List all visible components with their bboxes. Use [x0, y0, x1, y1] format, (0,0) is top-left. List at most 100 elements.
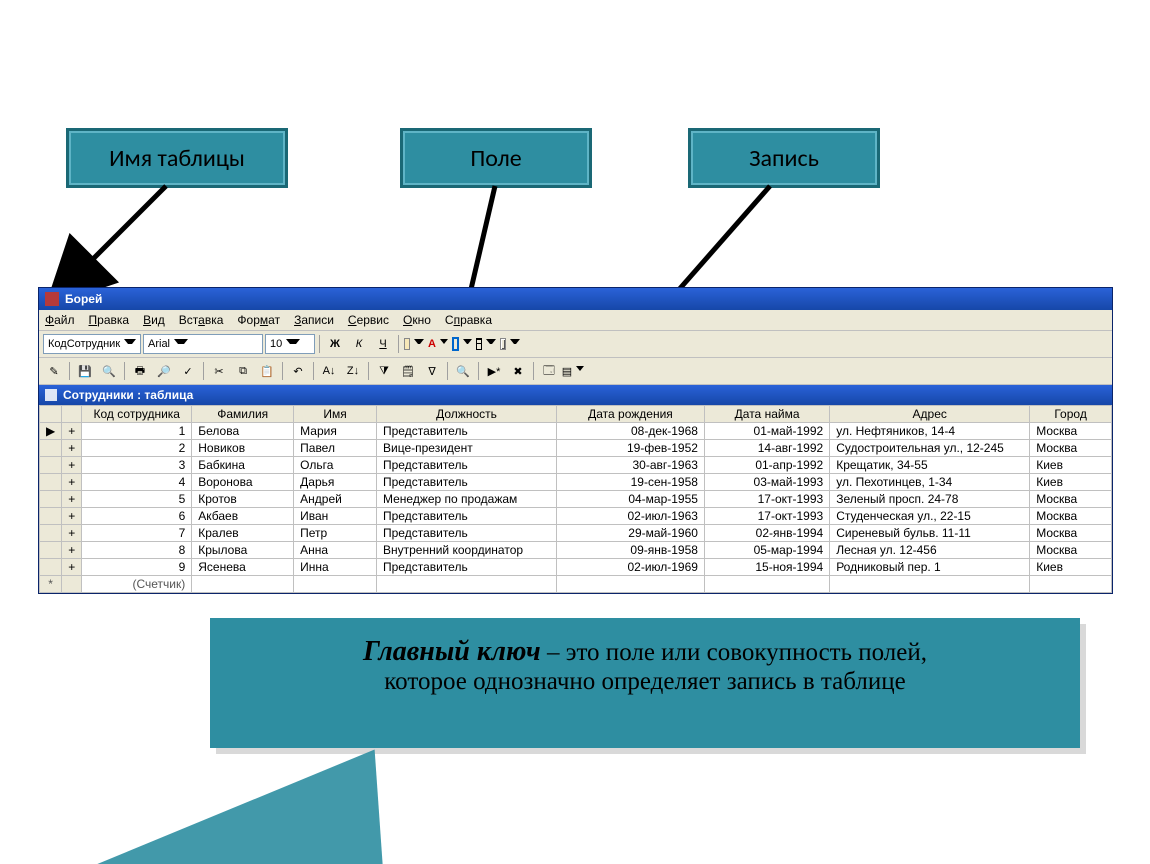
table-row[interactable]: +9ЯсеневаИннаПредставитель02-июл-196915-…: [40, 559, 1112, 576]
cell-city[interactable]: Москва: [1030, 440, 1112, 457]
table-row[interactable]: +2НовиковПавелВице-президент19-фев-19521…: [40, 440, 1112, 457]
row-selector[interactable]: [40, 491, 62, 508]
cell-hiredate[interactable]: 03-май-1993: [704, 474, 829, 491]
menu-insert[interactable]: Вставка: [179, 313, 224, 327]
cell-lastname[interactable]: Ясенева: [192, 559, 294, 576]
cell-hiredate[interactable]: 14-авг-1992: [704, 440, 829, 457]
cell-lastname[interactable]: Крылова: [192, 542, 294, 559]
cell-address[interactable]: ул. Пехотинцев, 1-34: [830, 474, 1030, 491]
menu-help[interactable]: Справка: [445, 313, 492, 327]
table-row[interactable]: +6АкбаевИванПредставитель02-июл-196317-о…: [40, 508, 1112, 525]
cell-hiredate[interactable]: 17-окт-1993: [704, 491, 829, 508]
new-row[interactable]: * (Счетчик): [40, 576, 1112, 593]
cell-firstname[interactable]: Петр: [294, 525, 377, 542]
menu-format[interactable]: Формат: [237, 313, 280, 327]
filter-form-button[interactable]: 🗒: [397, 360, 419, 382]
menu-records[interactable]: Записи: [294, 313, 334, 327]
cell-address[interactable]: Лесная ул. 12-456: [830, 542, 1030, 559]
row-selector[interactable]: [40, 559, 62, 576]
menu-file[interactable]: Файл: [45, 313, 75, 327]
cell-city[interactable]: Москва: [1030, 508, 1112, 525]
cell-birthdate[interactable]: 30-авг-1963: [557, 457, 705, 474]
cell-address[interactable]: Студенческая ул., 22-15: [830, 508, 1030, 525]
search-file-button[interactable]: 🔍: [98, 360, 120, 382]
db-window-button[interactable]: 🗔: [538, 360, 560, 382]
cell-firstname[interactable]: Анна: [294, 542, 377, 559]
cell-job[interactable]: Представитель: [377, 525, 557, 542]
cell-city[interactable]: Москва: [1030, 491, 1112, 508]
cell-lastname[interactable]: Бабкина: [192, 457, 294, 474]
delete-record-button[interactable]: ✖: [507, 360, 529, 382]
italic-button[interactable]: К: [348, 333, 370, 355]
table-row[interactable]: +7КралевПетрПредставитель29-май-196002-я…: [40, 525, 1112, 542]
cell-firstname[interactable]: Андрей: [294, 491, 377, 508]
underline-button[interactable]: Ч: [372, 333, 394, 355]
save-button[interactable]: 💾: [74, 360, 96, 382]
cell-lastname[interactable]: [192, 576, 294, 593]
print-button[interactable]: 🖶: [129, 360, 151, 382]
border-color-button[interactable]: [451, 333, 473, 355]
cell-id[interactable]: 8: [82, 542, 192, 559]
cell-firstname[interactable]: Ольга: [294, 457, 377, 474]
cell-firstname[interactable]: Мария: [294, 423, 377, 440]
cell-address[interactable]: ул. Нефтяников, 14-4: [830, 423, 1030, 440]
cell-city[interactable]: Киев: [1030, 559, 1112, 576]
table-row[interactable]: ▶+1БеловаМарияПредставитель08-дек-196801…: [40, 423, 1112, 440]
table-row[interactable]: +4ВороноваДарьяПредставитель19-сен-19580…: [40, 474, 1112, 491]
bold-button[interactable]: Ж: [324, 333, 346, 355]
cell-address[interactable]: Судостроительная ул., 12-245: [830, 440, 1030, 457]
col-firstname[interactable]: Имя: [294, 406, 377, 423]
cell-job[interactable]: Внутренний координатор: [377, 542, 557, 559]
font-color-button[interactable]: A: [427, 333, 449, 355]
cell-birthdate[interactable]: 19-фев-1952: [557, 440, 705, 457]
table-row[interactable]: +8КрыловаАннаВнутренний координатор09-ян…: [40, 542, 1112, 559]
cell-birthdate[interactable]: 02-июл-1969: [557, 559, 705, 576]
cell-city[interactable]: Москва: [1030, 423, 1112, 440]
cell-id[interactable]: 1: [82, 423, 192, 440]
expand-button[interactable]: [62, 576, 82, 593]
find-button[interactable]: 🔍: [452, 360, 474, 382]
cell-id[interactable]: 7: [82, 525, 192, 542]
cell-id[interactable]: 5: [82, 491, 192, 508]
cell-id[interactable]: 6: [82, 508, 192, 525]
cell-id[interactable]: 4: [82, 474, 192, 491]
cell-hiredate[interactable]: 05-мар-1994: [704, 542, 829, 559]
menu-window[interactable]: Окно: [403, 313, 431, 327]
copy-button[interactable]: ⧉: [232, 360, 254, 382]
row-selector[interactable]: *: [40, 576, 62, 593]
cell-job[interactable]: Представитель: [377, 457, 557, 474]
menu-service[interactable]: Сервис: [348, 313, 389, 327]
col-hiredate[interactable]: Дата найма: [704, 406, 829, 423]
cell-hiredate[interactable]: 01-май-1992: [704, 423, 829, 440]
row-selector[interactable]: ▶: [40, 423, 62, 440]
cell-hiredate[interactable]: 15-ноя-1994: [704, 559, 829, 576]
expand-button[interactable]: +: [62, 474, 82, 491]
table-row[interactable]: +3БабкинаОльгаПредставитель30-авг-196301…: [40, 457, 1112, 474]
cell-job[interactable]: Вице-президент: [377, 440, 557, 457]
expand-button[interactable]: +: [62, 440, 82, 457]
cell-birthdate[interactable]: [557, 576, 705, 593]
cell-hiredate[interactable]: 02-янв-1994: [704, 525, 829, 542]
col-birthdate[interactable]: Дата рождения: [557, 406, 705, 423]
cell-id[interactable]: (Счетчик): [82, 576, 192, 593]
cell-address[interactable]: Зеленый просп. 24-78: [830, 491, 1030, 508]
new-object-button[interactable]: ▤: [562, 360, 584, 382]
datasheet-grid[interactable]: Код сотрудника Фамилия Имя Должность Дат…: [39, 405, 1112, 593]
print-preview-button[interactable]: 🔎: [153, 360, 175, 382]
cell-birthdate[interactable]: 29-май-1960: [557, 525, 705, 542]
menu-view[interactable]: Вид: [143, 313, 165, 327]
spellcheck-button[interactable]: ✓: [177, 360, 199, 382]
col-lastname[interactable]: Фамилия: [192, 406, 294, 423]
cell-job[interactable]: Представитель: [377, 423, 557, 440]
window-titlebar[interactable]: Борей: [39, 288, 1112, 310]
special-effect-button[interactable]: [499, 333, 521, 355]
cell-birthdate[interactable]: 04-мар-1955: [557, 491, 705, 508]
expand-button[interactable]: +: [62, 457, 82, 474]
expand-button[interactable]: +: [62, 491, 82, 508]
filter-sel-button[interactable]: ⧩: [373, 360, 395, 382]
row-selector[interactable]: [40, 474, 62, 491]
cell-birthdate[interactable]: 09-янв-1958: [557, 542, 705, 559]
cell-city[interactable]: Москва: [1030, 542, 1112, 559]
cell-lastname[interactable]: Кралев: [192, 525, 294, 542]
menu-edit[interactable]: Правка: [89, 313, 130, 327]
